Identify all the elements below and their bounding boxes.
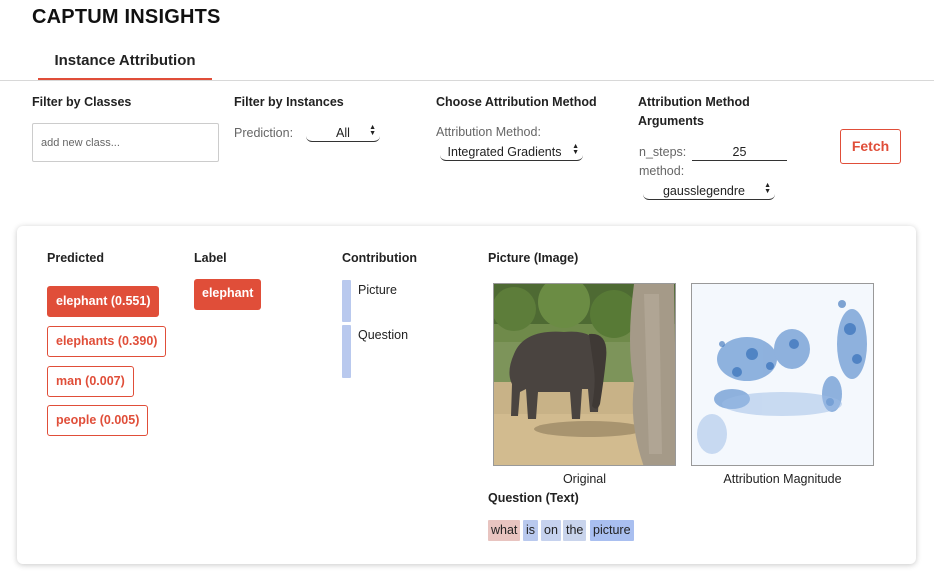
attribution-caption: Attribution Magnitude	[723, 472, 842, 486]
filter-classes-heading: Filter by Classes	[32, 95, 132, 109]
arguments-heading: Attribution Method Arguments	[638, 93, 750, 131]
original-caption: Original	[562, 472, 607, 486]
picture-heading: Picture (Image)	[488, 251, 579, 265]
prediction-badge[interactable]: elephants (0.390)	[47, 326, 167, 357]
question-heading: Question (Text)	[488, 491, 579, 505]
contribution-heading: Contribution	[342, 251, 417, 265]
prediction-select-value: All	[336, 126, 350, 140]
attribution-method-heading: Choose Attribution Method	[436, 95, 597, 109]
contribution-label-question: Question	[358, 328, 409, 342]
n-steps-label: n_steps:	[639, 145, 687, 159]
n-steps-input[interactable]: 25	[692, 144, 787, 161]
filter-instances-heading: Filter by Instances	[234, 95, 344, 109]
original-image	[493, 283, 676, 466]
attribution-method-label: Attribution Method:	[436, 125, 541, 139]
attribution-magnitude-image	[691, 283, 874, 466]
question-token: picture	[590, 520, 634, 541]
question-token: the	[563, 520, 587, 541]
arguments-heading-line1: Attribution Method	[638, 95, 750, 109]
instance-panel: Predicted Label Contribution Picture (Im…	[17, 226, 916, 564]
updown-caret-icon: ▲ ▼	[369, 124, 376, 137]
attribution-method-select-value: Integrated Gradients	[447, 145, 562, 159]
label-heading: Label	[194, 251, 227, 265]
attribution-method-select[interactable]: Integrated Gradients ▲ ▼	[440, 143, 583, 161]
arguments-heading-line2: Arguments	[638, 114, 704, 128]
question-token: what	[488, 520, 521, 541]
contribution-label-picture: Picture	[358, 283, 397, 297]
app-title: CAPTUM INSIGHTS	[32, 6, 221, 28]
question-token: is	[523, 520, 539, 541]
tab-divider	[0, 80, 934, 81]
add-class-input[interactable]	[32, 123, 219, 162]
fetch-button[interactable]: Fetch	[840, 129, 901, 164]
prediction-select[interactable]: All ▲ ▼	[306, 124, 380, 142]
contribution-bar-question	[342, 325, 351, 378]
label-badge: elephant	[194, 279, 262, 310]
method-label: method:	[639, 164, 685, 178]
prediction-label: Prediction:	[234, 126, 294, 140]
prediction-badge[interactable]: elephant (0.551)	[47, 286, 160, 317]
integration-method-select[interactable]: gausslegendre ▲ ▼	[643, 182, 775, 200]
elephant-photo	[494, 284, 675, 465]
prediction-badge[interactable]: people (0.005)	[47, 405, 149, 436]
prediction-badge[interactable]: man (0.007)	[47, 366, 134, 397]
updown-caret-icon: ▲ ▼	[764, 182, 771, 195]
contribution-bar-picture	[342, 280, 351, 322]
question-token: on	[541, 520, 561, 541]
predicted-heading: Predicted	[47, 251, 104, 265]
updown-caret-icon: ▲ ▼	[572, 143, 579, 156]
attribution-heatmap	[692, 284, 873, 465]
tab-instance-attribution[interactable]: Instance Attribution	[38, 50, 212, 81]
integration-method-select-value: gausslegendre	[662, 184, 745, 198]
